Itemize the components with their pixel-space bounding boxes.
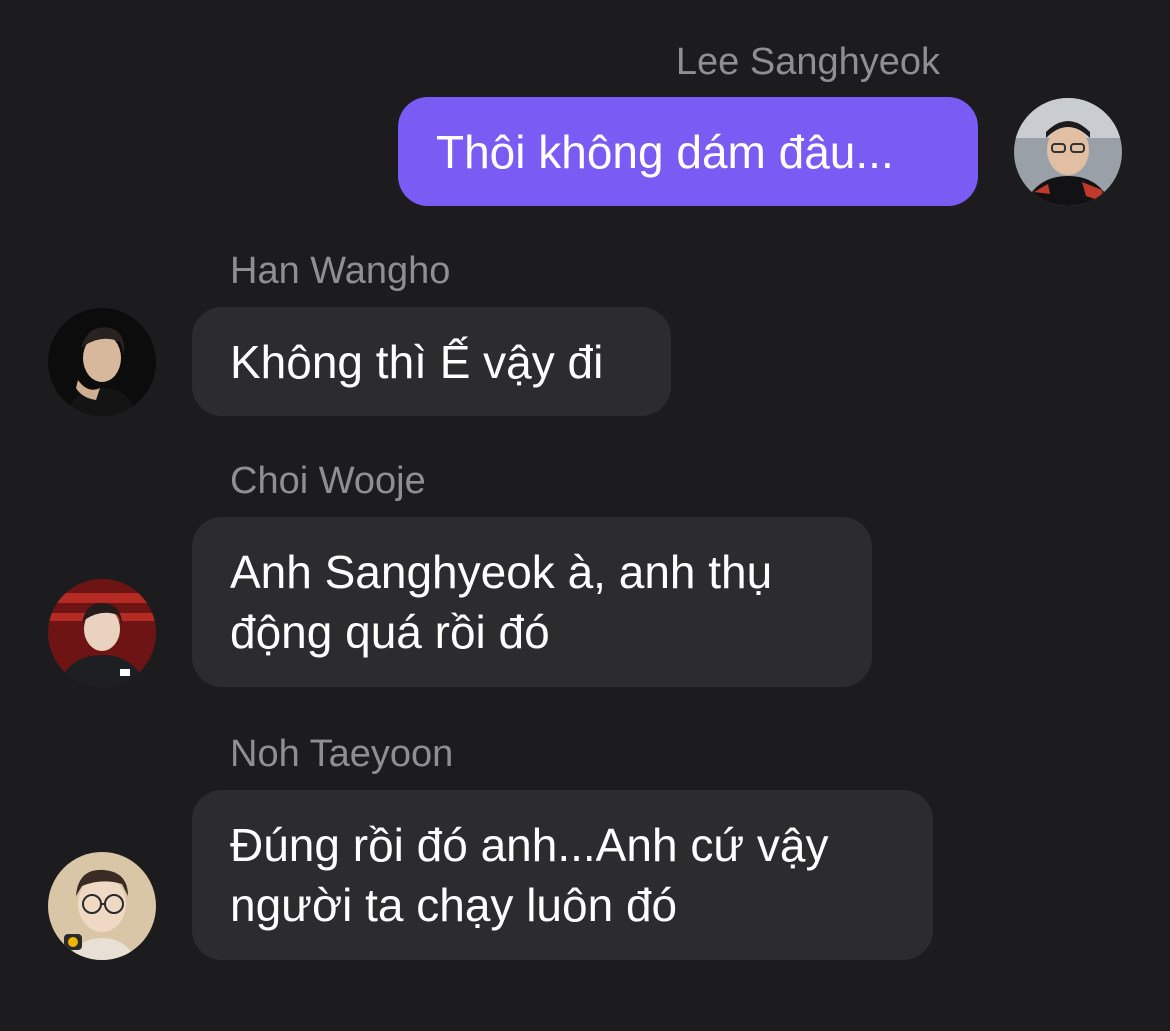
message-bubble[interactable]: Thôi không dám đâu... bbox=[398, 97, 978, 206]
message-bubble[interactable]: Anh Sanghyeok à, anh thụ động quá rồi đó bbox=[192, 517, 872, 687]
message-text: Thôi không dám đâu... bbox=[436, 125, 894, 178]
sender-name: Choi Wooje bbox=[230, 460, 426, 502]
sender-name: Noh Taeyoon bbox=[230, 733, 454, 775]
message-text: Đúng rồi đó anh...Anh cứ vậy người ta ch… bbox=[230, 819, 829, 931]
message-text: Anh Sanghyeok à, anh thụ động quá rồi đó bbox=[230, 546, 773, 658]
sender-name: Han Wangho bbox=[230, 250, 451, 292]
sender-name: Lee Sanghyeok bbox=[675, 41, 940, 83]
avatar[interactable] bbox=[48, 852, 156, 960]
message-text: Không thì Ế vậy đi bbox=[230, 335, 604, 388]
message-bubble[interactable]: Không thì Ế vậy đi bbox=[192, 307, 671, 416]
avatar[interactable] bbox=[48, 308, 156, 416]
message-bubble[interactable]: Đúng rồi đó anh...Anh cứ vậy người ta ch… bbox=[192, 790, 933, 960]
avatar[interactable] bbox=[48, 579, 156, 687]
avatar[interactable] bbox=[1014, 98, 1122, 206]
